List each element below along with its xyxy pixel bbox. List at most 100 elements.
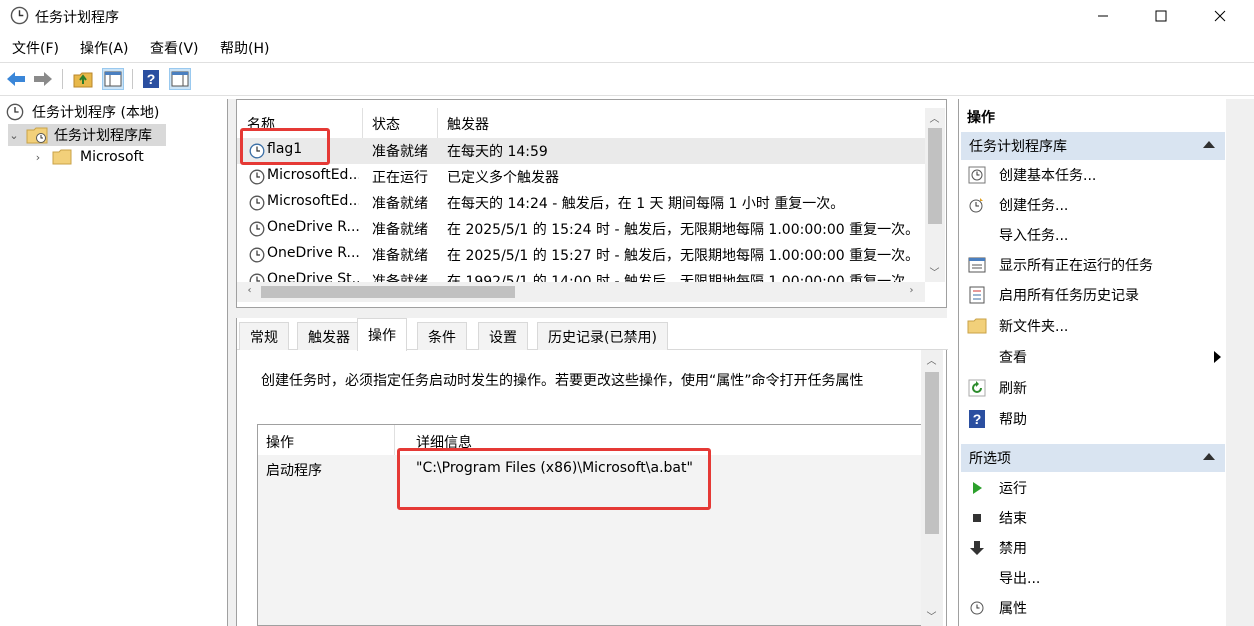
column-header-action[interactable]: 操作 [266,432,294,452]
table-row[interactable]: OneDrive St... 准备就绪 在 1992/5/1 的 14:00 时… [237,268,925,282]
close-button[interactable] [1191,0,1249,32]
action-create-basic-task[interactable]: 创建基本任务... [967,161,1223,189]
show-action-pane-button[interactable] [169,68,191,90]
column-separator[interactable] [362,108,363,138]
tab-label: 常规 [250,329,278,346]
table-row[interactable]: flag1 准备就绪 在每天的 14:59 [237,138,925,164]
action-run[interactable]: 运行 [967,474,1223,502]
chevron-right-icon[interactable]: › [32,151,44,164]
actions-pane: 操作 任务计划程序库 创建基本任务... 创建任务... 导入任务... 显示所… [958,99,1254,626]
actions-table-header: 操作 详细信息 [258,425,928,455]
console-tree-icon [104,71,122,87]
task-list-header: 名称 状态 触发器 [237,108,925,138]
action-view[interactable]: 查看 [967,343,1223,371]
library-folder-icon [26,127,48,144]
action-create-task[interactable]: 创建任务... [967,191,1223,219]
scroll-up-icon[interactable]: ︿ [926,110,943,125]
tab-actions[interactable]: 操作 [357,318,407,351]
minimize-button[interactable] [1074,0,1132,32]
action-label: 禁用 [999,541,1027,557]
tab-label: 触发器 [308,329,350,346]
scroll-thumb[interactable] [261,286,515,298]
action-show-running-tasks[interactable]: 显示所有正在运行的任务 [967,251,1223,279]
task-clock-icon [249,169,265,185]
blank-icon [967,568,987,588]
horizontal-splitter[interactable] [236,308,947,318]
toolbar-separator [132,69,133,89]
task-list: 名称 状态 触发器 flag1 准备就绪 在每天的 14:59 Microsof… [236,99,947,308]
section-header-selected-item[interactable]: 所选项 [961,444,1225,472]
column-separator[interactable] [394,425,395,455]
scroll-up-icon[interactable]: ︿ [923,352,940,367]
scroll-track[interactable] [1229,99,1251,626]
scroll-thumb[interactable] [925,372,939,534]
scroll-left-icon[interactable]: ‹ [241,285,258,296]
tree-item-microsoft[interactable]: › Microsoft [32,146,144,168]
help-toolbar-button[interactable]: ? [140,68,162,90]
section-header-label: 任务计划程序库 [969,139,1067,155]
scroll-right-icon[interactable]: › [903,285,920,296]
create-task-icon [967,195,987,215]
menu-help[interactable]: 帮助(H) [220,38,269,58]
task-clock-icon [249,143,265,159]
menu-bar: 文件(F) 操作(A) 查看(V) 帮助(H) [0,36,1254,60]
tab-settings[interactable]: 设置 [478,322,528,350]
table-row[interactable]: 启动程序 "C:\Program Files (x86)\Microsoft\a… [258,457,928,483]
close-icon [1214,10,1226,22]
tab-conditions[interactable]: 条件 [417,322,467,350]
help-icon: ? [143,70,159,88]
window-title: 任务计划程序 [35,10,119,26]
menu-file[interactable]: 文件(F) [12,38,59,58]
column-header-trigger[interactable]: 触发器 [447,114,489,134]
tab-label: 操作 [368,328,396,344]
column-header-status[interactable]: 状态 [372,114,400,134]
action-new-folder[interactable]: 新文件夹... [967,312,1223,340]
table-row[interactable]: MicrosoftEd... 准备就绪 在每天的 14:24 - 触发后，在 1… [237,190,925,216]
tab-label: 历史记录(已禁用) [548,329,657,346]
maximize-button[interactable] [1132,0,1190,32]
scroll-down-icon[interactable]: ﹀ [926,264,943,279]
action-refresh[interactable]: 刷新 [967,374,1223,402]
scroll-thumb[interactable] [928,128,942,224]
action-properties[interactable]: 属性 [967,594,1223,622]
action-export[interactable]: 导出... [967,564,1223,592]
tree-item-root[interactable]: 任务计划程序 (本地) [6,101,159,123]
collapse-caret-icon[interactable] [1203,141,1215,148]
table-row[interactable]: OneDrive R... 准备就绪 在 2025/5/1 的 15:24 时 … [237,216,925,242]
show-hide-tree-button[interactable] [102,68,124,90]
task-status: 准备就绪 [372,196,428,212]
action-import-task[interactable]: 导入任务... [967,221,1223,249]
forward-button[interactable] [32,68,54,90]
task-status: 准备就绪 [372,222,428,238]
pane-splitter[interactable] [228,99,236,626]
tab-triggers[interactable]: 触发器 [297,322,361,350]
action-enable-history[interactable]: 启用所有任务历史记录 [967,281,1223,309]
action-help[interactable]: ? 帮助 [967,405,1223,433]
details-vertical-scrollbar[interactable]: ︿ ﹀ [921,350,943,626]
collapse-caret-icon[interactable] [1203,453,1215,460]
action-end[interactable]: 结束 [967,504,1223,532]
action-disable[interactable]: 禁用 [967,534,1223,562]
task-list-vertical-scrollbar[interactable]: ︿ ﹀ [925,108,945,282]
menu-view[interactable]: 查看(V) [150,38,199,58]
menu-action[interactable]: 操作(A) [80,38,129,58]
section-header-library[interactable]: 任务计划程序库 [961,132,1225,160]
task-list-horizontal-scrollbar[interactable]: ‹ › [237,282,925,302]
table-row[interactable]: MicrosoftEd... 正在运行 已定义多个触发器 [237,164,925,190]
scroll-down-icon[interactable]: ﹀ [923,608,940,623]
task-name: OneDrive St... [267,271,359,282]
up-folder-button[interactable] [72,68,94,90]
table-row[interactable]: OneDrive R... 准备就绪 在 2025/5/1 的 15:27 时 … [237,242,925,268]
back-button[interactable] [5,68,27,90]
column-header-name[interactable]: 名称 [247,114,275,134]
column-separator[interactable] [437,108,438,138]
tab-general[interactable]: 常规 [239,322,289,350]
task-details: 常规 触发器 操作 条件 设置 历史记录(已禁用) 创建任务时，必须指定任务启动… [236,318,948,626]
actions-pane-scrollbar[interactable] [1226,99,1254,626]
action-detail: "C:\Program Files (x86)\Microsoft\a.bat" [416,460,693,476]
column-header-detail[interactable]: 详细信息 [416,432,472,452]
chevron-down-icon[interactable]: ⌄ [8,129,20,142]
task-status: 正在运行 [372,170,428,186]
tab-history[interactable]: 历史记录(已禁用) [537,322,668,350]
tree-item-library[interactable]: ⌄ 任务计划程序库 [8,124,166,146]
